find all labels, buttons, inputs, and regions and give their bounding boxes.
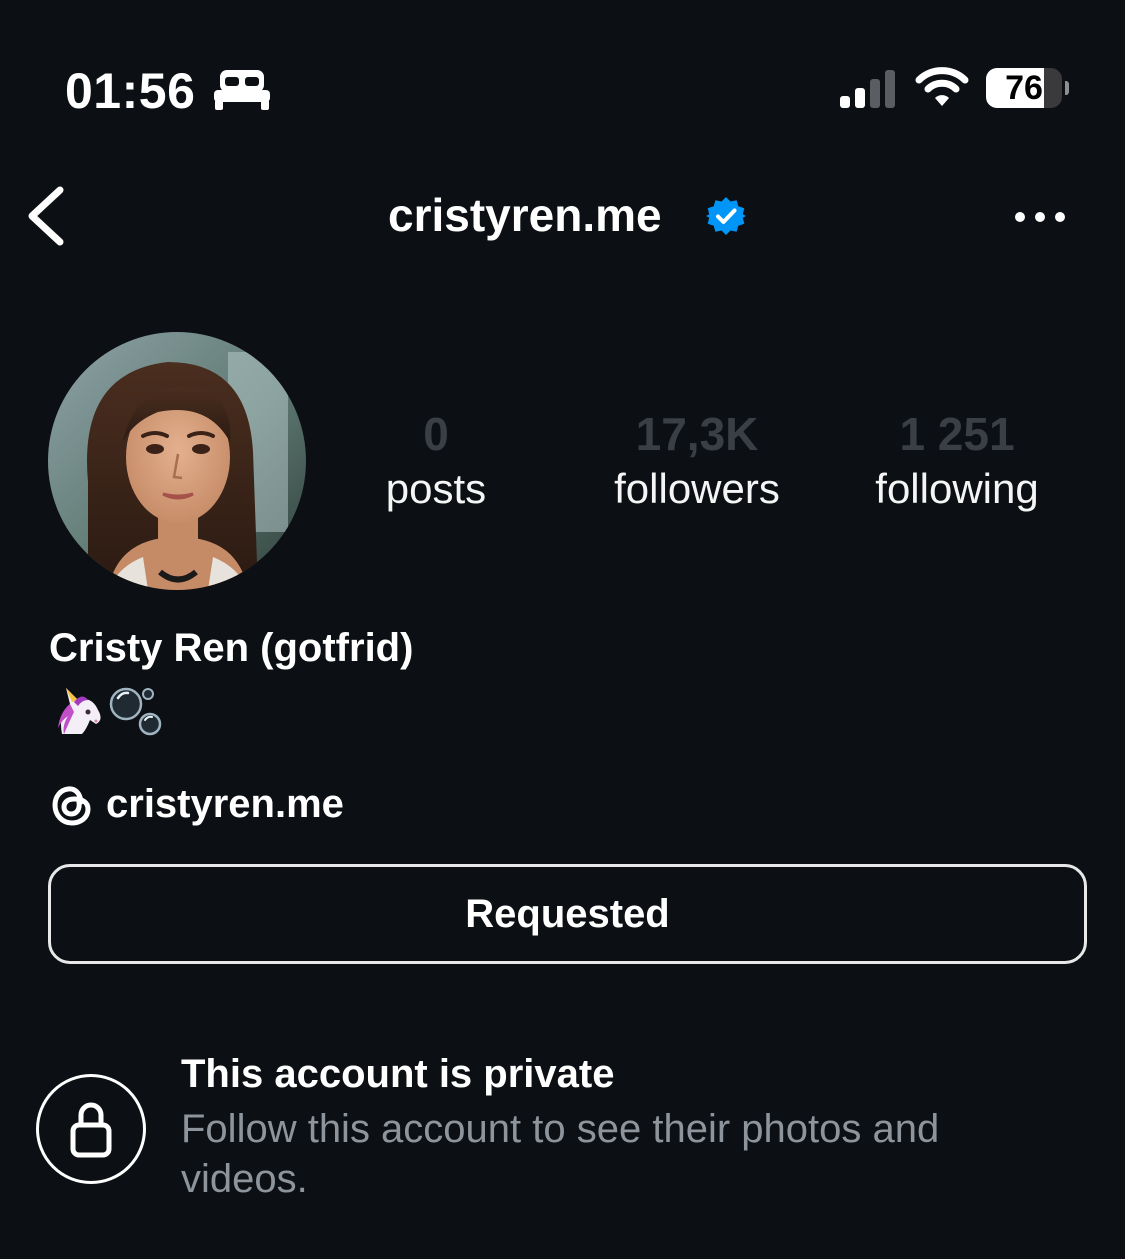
- threads-link[interactable]: cristyren.me: [50, 776, 344, 832]
- stat-posts[interactable]: 0 posts: [366, 405, 506, 515]
- battery-cap: [1065, 81, 1069, 95]
- lock-icon: [70, 1102, 112, 1158]
- status-time: 01:56: [65, 63, 196, 119]
- avatar[interactable]: [48, 332, 306, 590]
- following-label: following: [875, 465, 1039, 512]
- bubbles-icon: [109, 687, 162, 736]
- following-count: 1 251: [899, 408, 1015, 460]
- battery-percent: 76: [1005, 69, 1043, 107]
- requested-button[interactable]: Requested: [48, 864, 1087, 964]
- wifi-icon: [915, 67, 969, 106]
- bio-emojis: 🦄🫧: [52, 684, 172, 738]
- battery-indicator: 76: [986, 68, 1070, 110]
- stat-followers[interactable]: 17,3K followers: [596, 405, 798, 515]
- stat-following[interactable]: 1 251 following: [856, 405, 1058, 515]
- verified-badge-icon: [706, 197, 746, 235]
- followers-label: followers: [614, 465, 780, 512]
- unicorn-icon: [58, 688, 101, 734]
- threads-handle: cristyren.me: [106, 781, 344, 826]
- full-name: Cristy Ren (gotfrid): [49, 626, 414, 670]
- chevron-left-icon[interactable]: [24, 184, 68, 248]
- cellular-signal-icon: [840, 70, 895, 108]
- threads-icon: [52, 786, 91, 826]
- private-lock-badge: [36, 1074, 146, 1184]
- profile-screen: 01:56 76 cristyren.me 0 posts 17,3K foll…: [0, 0, 1125, 1259]
- profile-photo: [48, 332, 306, 590]
- bed-icon: [214, 70, 270, 110]
- posts-label: posts: [385, 465, 487, 512]
- status-bar: 01:56 76: [0, 0, 1125, 180]
- private-account-description: Follow this account to see their photos …: [181, 1107, 940, 1201]
- followers-count: 17,3K: [635, 408, 759, 460]
- page-title: cristyren.me: [388, 189, 662, 241]
- ellipsis-icon[interactable]: [1012, 205, 1068, 229]
- posts-count: 0: [423, 408, 449, 460]
- private-account-title: This account is private: [181, 1052, 615, 1096]
